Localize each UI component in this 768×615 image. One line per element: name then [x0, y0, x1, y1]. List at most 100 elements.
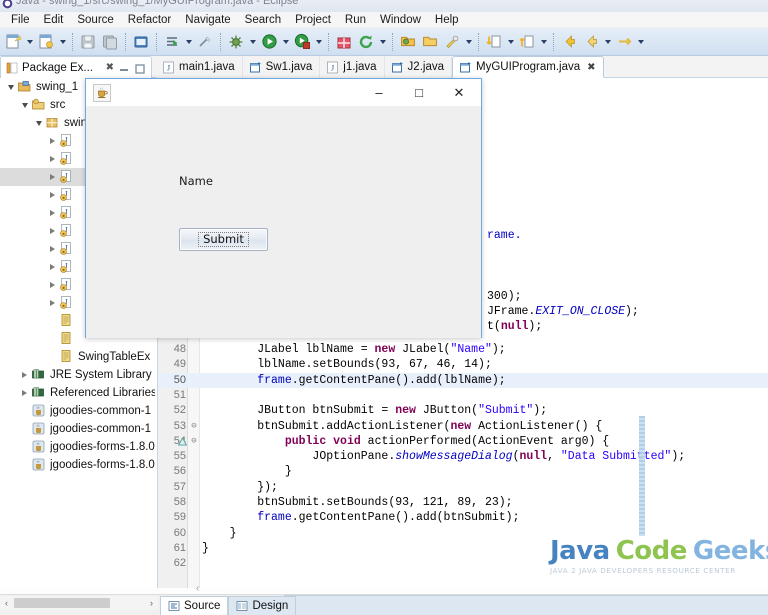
code-line[interactable]: 56 } — [158, 464, 768, 479]
warning-marker-icon[interactable] — [178, 437, 187, 446]
code-line[interactable]: 50 frame.getContentPane().add(lblName); — [158, 373, 768, 388]
tree-item[interactable]: jgoodies-forms-1.8.0 — [0, 438, 157, 456]
chevron-down-icon[interactable] — [32, 114, 45, 132]
code-line[interactable]: 49 lblName.setBounds(93, 67, 46, 14); — [158, 357, 768, 372]
code-line[interactable]: 48 JLabel lblName = new JLabel("Name"); — [158, 342, 768, 357]
scrollbar-thumb[interactable] — [14, 598, 110, 608]
maximize-icon[interactable] — [134, 62, 146, 74]
chevron-right-icon[interactable] — [46, 168, 59, 186]
tree-item[interactable]: jgoodies-forms-1.8.0 — [0, 456, 157, 474]
forward-icon[interactable] — [581, 32, 601, 52]
code-line[interactable]: 52 JButton btnSubmit = new JButton("Subm… — [158, 403, 768, 418]
menu-edit[interactable]: Edit — [37, 12, 71, 28]
editor-tab-j1[interactable]: J j1.java — [320, 56, 384, 78]
fold-collapse-icon[interactable]: ⊖ — [189, 419, 199, 434]
run-icon[interactable] — [259, 32, 279, 52]
code-line[interactable]: 53⊖ btnSubmit.addActionListener(new Acti… — [158, 419, 768, 434]
new-java-class-dropdown-icon[interactable] — [57, 32, 68, 52]
code-line[interactable]: 61} — [158, 541, 768, 556]
print-icon[interactable] — [131, 32, 151, 52]
chevron-right-icon[interactable] — [46, 240, 59, 258]
toggle-markers-dropdown-icon[interactable] — [183, 32, 194, 52]
previous-annotation-icon[interactable] — [517, 32, 537, 52]
scroll-left-icon[interactable]: ‹ — [0, 596, 13, 610]
scroll-right-icon[interactable]: › — [145, 596, 158, 610]
close-button[interactable]: ✕ — [439, 79, 479, 106]
tree-item[interactable]: jgoodies-common-1 — [0, 420, 157, 438]
minimize-button[interactable]: – — [359, 79, 399, 106]
back-icon[interactable] — [559, 32, 579, 52]
swing-application-window[interactable]: – □ ✕ Name Submit — [85, 78, 482, 338]
chevron-right-icon[interactable] — [46, 294, 59, 312]
menu-project[interactable]: Project — [288, 12, 338, 28]
run-dropdown-icon[interactable] — [280, 32, 291, 52]
menu-refactor[interactable]: Refactor — [121, 12, 178, 28]
code-line[interactable]: 60 } — [158, 526, 768, 541]
menu-window[interactable]: Window — [373, 12, 428, 28]
menu-run[interactable]: Run — [338, 12, 373, 28]
refresh-icon[interactable] — [356, 32, 376, 52]
chevron-down-icon[interactable] — [4, 78, 17, 96]
chevron-right-icon[interactable] — [18, 384, 31, 402]
new-wizard-dropdown-icon[interactable] — [24, 32, 35, 52]
editor-scroll-left-icon[interactable]: ‹ — [196, 583, 199, 594]
tab-source[interactable]: Source — [160, 596, 228, 615]
editor-tab-sw1[interactable]: Sw1.java — [243, 56, 321, 78]
menu-file[interactable]: File — [4, 12, 37, 28]
view-tab-package-explorer[interactable]: Package Ex... ✖ — [0, 56, 152, 78]
previous-annotation-dropdown-icon[interactable] — [538, 32, 549, 52]
tree-item[interactable]: jgoodies-common-1 — [0, 402, 157, 420]
forward-dropdown-icon[interactable] — [602, 32, 613, 52]
debug-icon[interactable] — [226, 32, 246, 52]
menu-source[interactable]: Source — [70, 12, 120, 28]
submit-button[interactable]: Submit — [179, 228, 268, 251]
search-dropdown-icon[interactable] — [463, 32, 474, 52]
chevron-down-icon[interactable] — [18, 96, 31, 114]
close-icon[interactable]: ✖ — [587, 62, 595, 73]
chevron-right-icon[interactable] — [46, 204, 59, 222]
chevron-right-icon[interactable] — [18, 366, 31, 384]
chevron-right-icon[interactable] — [46, 186, 59, 204]
menu-help[interactable]: Help — [428, 12, 466, 28]
new-package-icon[interactable] — [334, 32, 354, 52]
code-line[interactable]: 54⊖ public void actionPerformed(ActionEv… — [158, 434, 768, 449]
tab-design[interactable]: Design — [228, 596, 296, 615]
code-line[interactable]: 59 frame.getContentPane().add(btnSubmit)… — [158, 510, 768, 525]
new-wizard-icon[interactable] — [3, 32, 23, 52]
tree-item[interactable]: SwingTableEx — [0, 348, 157, 366]
next-edit-dropdown-icon[interactable] — [635, 32, 646, 52]
search-icon[interactable] — [442, 32, 462, 52]
tree-item[interactable]: JRE System Library [J… — [0, 366, 157, 384]
code-line[interactable]: 57 }); — [158, 480, 768, 495]
chevron-right-icon[interactable] — [46, 150, 59, 168]
open-resource-icon[interactable] — [420, 32, 440, 52]
package-explorer-hscrollbar[interactable]: ‹ › — [0, 596, 158, 610]
toggle-markers-icon[interactable] — [162, 32, 182, 52]
chevron-right-icon[interactable] — [46, 132, 59, 150]
close-icon[interactable]: ✖ — [106, 62, 114, 73]
save-all-icon[interactable] — [100, 32, 120, 52]
code-line[interactable]: 51 — [158, 388, 768, 403]
open-type-icon[interactable] — [398, 32, 418, 52]
minimize-icon[interactable] — [118, 62, 130, 74]
menu-navigate[interactable]: Navigate — [178, 12, 237, 28]
save-icon[interactable] — [78, 32, 98, 52]
chevron-right-icon[interactable] — [46, 276, 59, 294]
next-edit-icon[interactable] — [614, 32, 634, 52]
skip-breakpoints-icon[interactable] — [195, 32, 215, 52]
code-line[interactable]: 58 btnSubmit.setBounds(93, 121, 89, 23); — [158, 495, 768, 510]
next-annotation-icon[interactable] — [484, 32, 504, 52]
next-annotation-dropdown-icon[interactable] — [505, 32, 516, 52]
fold-collapse-icon[interactable]: ⊖ — [189, 434, 199, 449]
tree-item[interactable]: Referenced Libraries — [0, 384, 157, 402]
refresh-dropdown-icon[interactable] — [377, 32, 388, 52]
editor-tab-mygui-program[interactable]: MyGUIProgram.java ✖ — [452, 56, 604, 78]
new-java-class-icon[interactable] — [36, 32, 56, 52]
chevron-right-icon[interactable] — [46, 222, 59, 240]
menu-search[interactable]: Search — [238, 12, 288, 28]
editor-tab-j2[interactable]: J2.java — [385, 56, 452, 78]
debug-dropdown-icon[interactable] — [247, 32, 258, 52]
maximize-button[interactable]: □ — [399, 79, 439, 106]
run-external-tools-dropdown-icon[interactable] — [313, 32, 324, 52]
chevron-right-icon[interactable] — [46, 258, 59, 276]
